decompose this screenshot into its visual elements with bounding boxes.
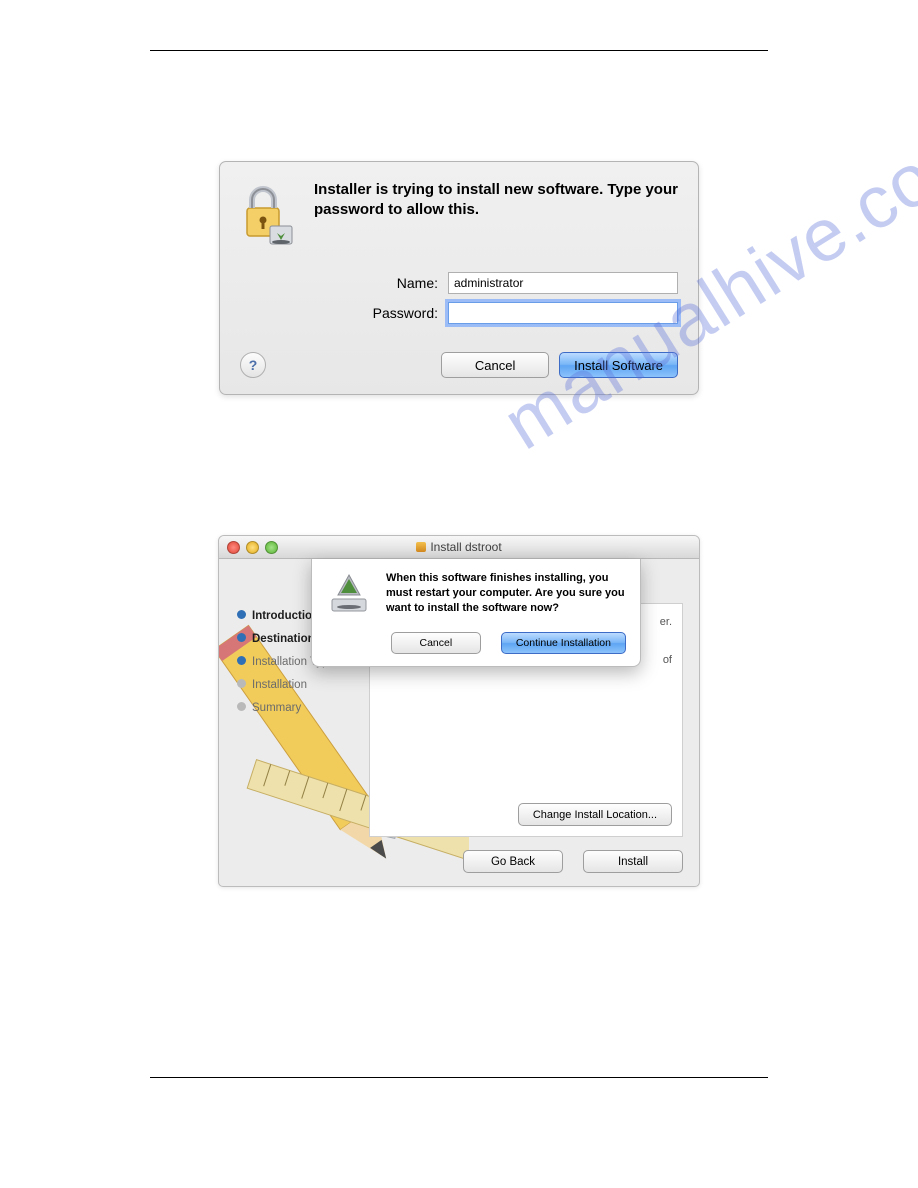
lock-installer-icon: [240, 180, 296, 250]
name-label: Name:: [308, 275, 438, 291]
sheet-cancel-button[interactable]: Cancel: [391, 632, 481, 654]
package-icon: [416, 542, 426, 552]
step-summary: Summary: [237, 697, 335, 720]
cancel-button[interactable]: Cancel: [441, 352, 549, 378]
installer-window: Install dstroot: [218, 535, 700, 887]
obscured-text: er.: [660, 616, 672, 628]
restart-confirm-sheet: When this software finishes installing, …: [311, 559, 641, 667]
install-software-button[interactable]: Install Software: [559, 352, 678, 378]
continue-installation-button[interactable]: Continue Installation: [501, 632, 626, 654]
name-input[interactable]: [448, 272, 678, 294]
auth-headline: Installer is trying to install new softw…: [314, 180, 678, 250]
title-bar: Install dstroot: [219, 536, 699, 559]
install-button[interactable]: Install: [583, 850, 683, 873]
restart-message: When this software finishes installing, …: [386, 571, 626, 622]
step-installation: Installation: [237, 674, 335, 697]
password-input[interactable]: [448, 302, 678, 324]
change-install-location-button[interactable]: Change Install Location...: [518, 803, 672, 826]
obscured-text: of: [663, 654, 672, 666]
go-back-button[interactable]: Go Back: [463, 850, 563, 873]
window-title-text: Install dstroot: [430, 540, 501, 554]
installer-disk-icon: [326, 571, 372, 622]
window-title: Install dstroot: [219, 540, 699, 554]
help-button[interactable]: ?: [240, 352, 266, 378]
auth-dialog: Installer is trying to install new softw…: [219, 161, 699, 395]
password-label: Password:: [308, 305, 438, 321]
